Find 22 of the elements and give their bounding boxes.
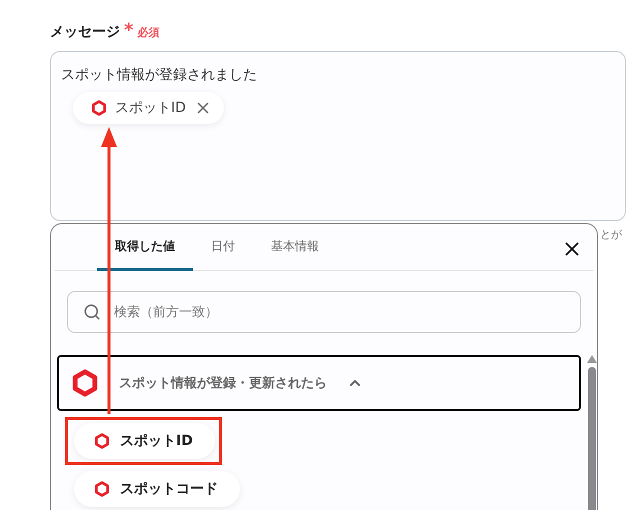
hexagon-icon <box>91 100 107 116</box>
chip-label: スポットID <box>115 99 186 117</box>
required-text: 必須 <box>137 25 160 40</box>
search-field[interactable]: 検索（前方一致） <box>67 291 581 333</box>
field-label: メッセージ <box>50 23 120 41</box>
tab[interactable]: 日付 <box>193 224 253 271</box>
scrollbar-thumb[interactable] <box>588 367 596 510</box>
truncated-text: とが <box>600 227 622 242</box>
hexagon-logo-icon <box>71 369 99 397</box>
scroll-up-icon[interactable] <box>587 355 597 363</box>
message-field[interactable]: スポット情報が登録されました スポットID <box>50 51 626 221</box>
message-text: スポット情報が登録されました <box>61 66 257 84</box>
group-title: スポット情報が登録・更新されたら <box>119 374 327 392</box>
tab[interactable]: 基本情報 <box>253 224 337 271</box>
search-icon <box>83 303 101 321</box>
hexagon-icon <box>94 481 110 497</box>
required-mark: * <box>124 20 134 41</box>
value-item[interactable]: スポットコード <box>74 471 240 507</box>
hexagon-icon <box>94 433 110 449</box>
group-header[interactable]: スポット情報が登録・更新されたら <box>57 355 581 411</box>
variable-chip[interactable]: スポットID <box>73 92 224 124</box>
value-item[interactable]: スポットID <box>74 423 215 459</box>
